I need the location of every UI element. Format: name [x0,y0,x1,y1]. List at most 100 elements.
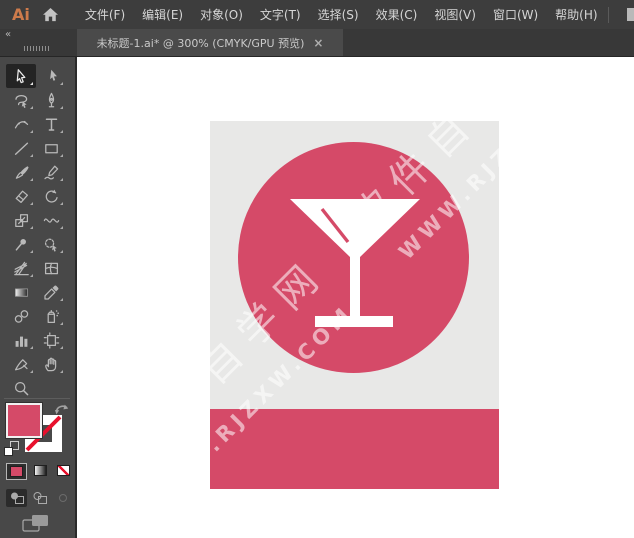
eyedropper-tool-icon [43,284,60,301]
tool-hand[interactable] [36,352,66,376]
blend-tool-icon [13,308,30,325]
gradient-tool-icon [13,284,30,301]
illustrator-window: Ai 文件(F) 编辑(E) 对象(O) 文字(T) 选择(S) 效果(C) 视… [0,0,634,538]
tool-eraser[interactable] [6,184,36,208]
direct-selection-tool-icon [43,68,60,85]
menu-file[interactable]: 文件(F) [85,6,125,23]
tool-pen[interactable] [36,88,66,112]
menu-bar: Ai 文件(F) 编辑(E) 对象(O) 文字(T) 选择(S) 效果(C) 视… [0,0,634,29]
curvature-tool-icon [13,116,30,133]
tool-line-segment[interactable] [6,136,36,160]
color-button[interactable] [6,463,27,480]
shaper-tool-icon [43,164,60,181]
tool-perspective-grid[interactable] [6,256,36,280]
rectangle-tool-icon [43,140,60,157]
tool-artboard[interactable] [36,328,66,352]
tool-rotate[interactable] [36,184,66,208]
type-tool-icon [43,116,60,133]
artboard-tool-icon [43,332,60,349]
gradient-chip [34,465,47,476]
tool-slice[interactable] [6,352,36,376]
menu-edit[interactable]: 编辑(E) [142,6,183,23]
default-fill-stroke-icon[interactable] [4,441,20,457]
pink-bottom-bar-shape [210,409,499,489]
eraser-tool-icon [13,188,30,205]
draw-behind-icon [32,491,48,505]
tools-grid [6,64,68,400]
hand-tool-icon [43,356,60,373]
swap-fill-stroke-icon[interactable] [54,402,71,417]
document-tab[interactable]: 未标题-1.ai* @ 300% (CMYK/GPU 预览) × [77,29,343,56]
shape-builder-tool-icon [43,236,60,253]
screen-mode-button[interactable] [22,514,50,537]
tool-shape-builder[interactable] [36,232,66,256]
draw-inside-icon [55,491,71,505]
draw-behind-button[interactable] [29,489,50,507]
tool-width[interactable] [36,208,66,232]
menu-help[interactable]: 帮助(H) [555,6,597,23]
tool-puppet-warp[interactable] [6,232,36,256]
tools-panel [0,57,77,538]
collapse-panel-button[interactable]: « [5,29,10,40]
slice-tool-icon [13,356,30,373]
workspace-switcher-icon[interactable] [626,7,634,22]
menu-window[interactable]: 窗口(W) [493,6,538,23]
document-canvas[interactable]: 软件自学网 软件自学网 WWW.RJZXW.COM WWW.RJZXW.COM [77,57,634,538]
draw-normal-icon [9,491,25,505]
drawing-mode-buttons [6,489,73,507]
tool-paintbrush[interactable] [6,160,36,184]
appearance-buttons [6,463,73,480]
panel-separator [4,398,70,399]
tool-rectangle[interactable] [36,136,66,160]
draw-inside-button[interactable] [52,489,73,507]
tool-direct-selection[interactable] [36,64,66,88]
document-tab-title: 未标题-1.ai* @ 300% (CMYK/GPU 预览) [97,35,305,51]
artboard: 软件自学网 软件自学网 WWW.RJZXW.COM WWW.RJZXW.COM [210,121,499,489]
home-icon [42,7,59,22]
gradient-button[interactable] [31,463,50,478]
tool-blend[interactable] [6,304,36,328]
menu-object[interactable]: 对象(O) [200,6,243,23]
home-button[interactable] [42,7,59,22]
scale-tool-icon [13,212,30,229]
menu-select[interactable]: 选择(S) [318,6,359,23]
rotate-tool-icon [43,188,60,205]
menu-view[interactable]: 视图(V) [434,6,476,23]
fill-swatch[interactable] [6,403,42,438]
fill-stroke-widget [4,402,73,460]
line-segment-tool-icon [13,140,30,157]
tab-close-button[interactable]: × [313,36,323,50]
puppet-warp-tool-icon [13,236,30,253]
tool-symbol-sprayer[interactable] [36,304,66,328]
menu-type[interactable]: 文字(T) [260,6,301,23]
panel-grip-handle[interactable] [24,46,50,51]
tool-type[interactable] [36,112,66,136]
tool-column-graph[interactable] [6,328,36,352]
none-button[interactable] [54,463,73,478]
screen-mode-icon [22,514,50,533]
selection-tool-icon [13,68,30,85]
tool-mesh[interactable] [36,256,66,280]
tool-gradient[interactable] [6,280,36,304]
tool-zoom[interactable] [6,376,36,400]
tool-scale[interactable] [6,208,36,232]
menu-effect[interactable]: 效果(C) [376,6,418,23]
tool-lasso[interactable] [6,88,36,112]
tool-curvature[interactable] [6,112,36,136]
app-logo: Ai [12,5,30,24]
perspective-grid-tool-icon [13,260,30,277]
lasso-tool-icon [13,92,30,109]
tab-bar: « 未标题-1.ai* @ 300% (CMYK/GPU 预览) × [0,29,634,57]
pen-tool-icon [43,92,60,109]
mesh-tool-icon [43,260,60,277]
color-chip [10,466,23,477]
draw-normal-button[interactable] [6,489,27,507]
tool-selection[interactable] [6,64,36,88]
tool-eyedropper[interactable] [36,280,66,304]
tool-shaper[interactable] [36,160,66,184]
width-tool-icon [43,212,60,229]
tool-panel-header: « [0,29,77,56]
paintbrush-tool-icon [13,164,30,181]
column-graph-tool-icon [13,332,30,349]
main-menu: 文件(F) 编辑(E) 对象(O) 文字(T) 选择(S) 效果(C) 视图(V… [85,6,598,23]
